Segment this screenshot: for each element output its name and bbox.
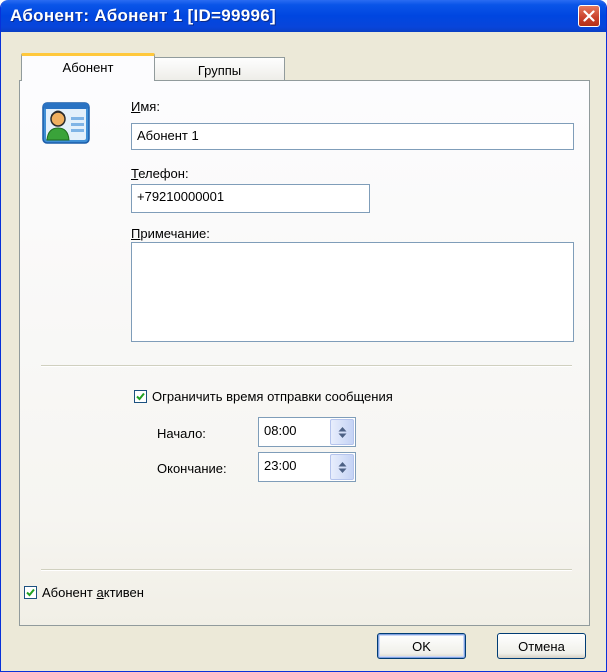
limit-time-checkbox[interactable]	[134, 390, 147, 403]
separator-bottom	[41, 569, 572, 571]
separator-top	[41, 365, 572, 367]
subscriber-active-checkbox[interactable]	[24, 586, 37, 599]
start-time-arrows[interactable]	[330, 419, 354, 445]
phone-label: Телефон:	[131, 166, 189, 181]
spin-up-icon[interactable]	[338, 426, 347, 432]
start-label: Начало:	[157, 426, 206, 441]
tab-panel: Имя: Абонент 1 Телефон: +79210000001 При…	[19, 80, 590, 626]
cancel-button[interactable]: Отмена	[497, 633, 586, 659]
contact-card-icon	[42, 102, 90, 144]
window-title: Абонент: Абонент 1 [ID=99996]	[10, 6, 277, 25]
end-time-spinner[interactable]: 23:00	[258, 452, 356, 482]
start-time-spinner[interactable]: 08:00	[258, 417, 356, 447]
phone-field[interactable]: +79210000001	[131, 184, 370, 213]
checkmark-icon	[26, 588, 35, 597]
name-field[interactable]: Абонент 1	[131, 123, 574, 150]
subscriber-active-label[interactable]: Абонент активен	[42, 585, 144, 600]
dialog-window: Абонент: Абонент 1 [ID=99996] Абонент Гр…	[0, 0, 607, 672]
end-time-arrows[interactable]	[330, 454, 354, 480]
note-label: Примечание:	[131, 226, 210, 241]
note-field[interactable]	[131, 242, 574, 342]
spin-down-icon[interactable]	[338, 468, 347, 474]
name-label: Имя:	[131, 99, 160, 114]
spin-down-icon[interactable]	[338, 433, 347, 439]
checkmark-icon	[136, 392, 145, 401]
ok-button[interactable]: OK	[377, 633, 466, 659]
tab-subscriber-label: Абонент	[62, 60, 114, 75]
end-time-value[interactable]: 23:00	[264, 458, 297, 473]
start-time-value[interactable]: 08:00	[264, 423, 297, 438]
end-label: Окончание:	[157, 461, 227, 476]
title-bar[interactable]: Абонент: Абонент 1 [ID=99996]	[1, 0, 606, 32]
tab-subscriber[interactable]: Абонент	[21, 53, 155, 81]
close-button[interactable]	[578, 5, 600, 27]
limit-time-label[interactable]: Ограничить время отправки сообщения	[152, 389, 393, 404]
tab-groups-label: Группы	[197, 63, 242, 78]
close-icon	[583, 10, 595, 22]
spin-up-icon[interactable]	[338, 461, 347, 467]
